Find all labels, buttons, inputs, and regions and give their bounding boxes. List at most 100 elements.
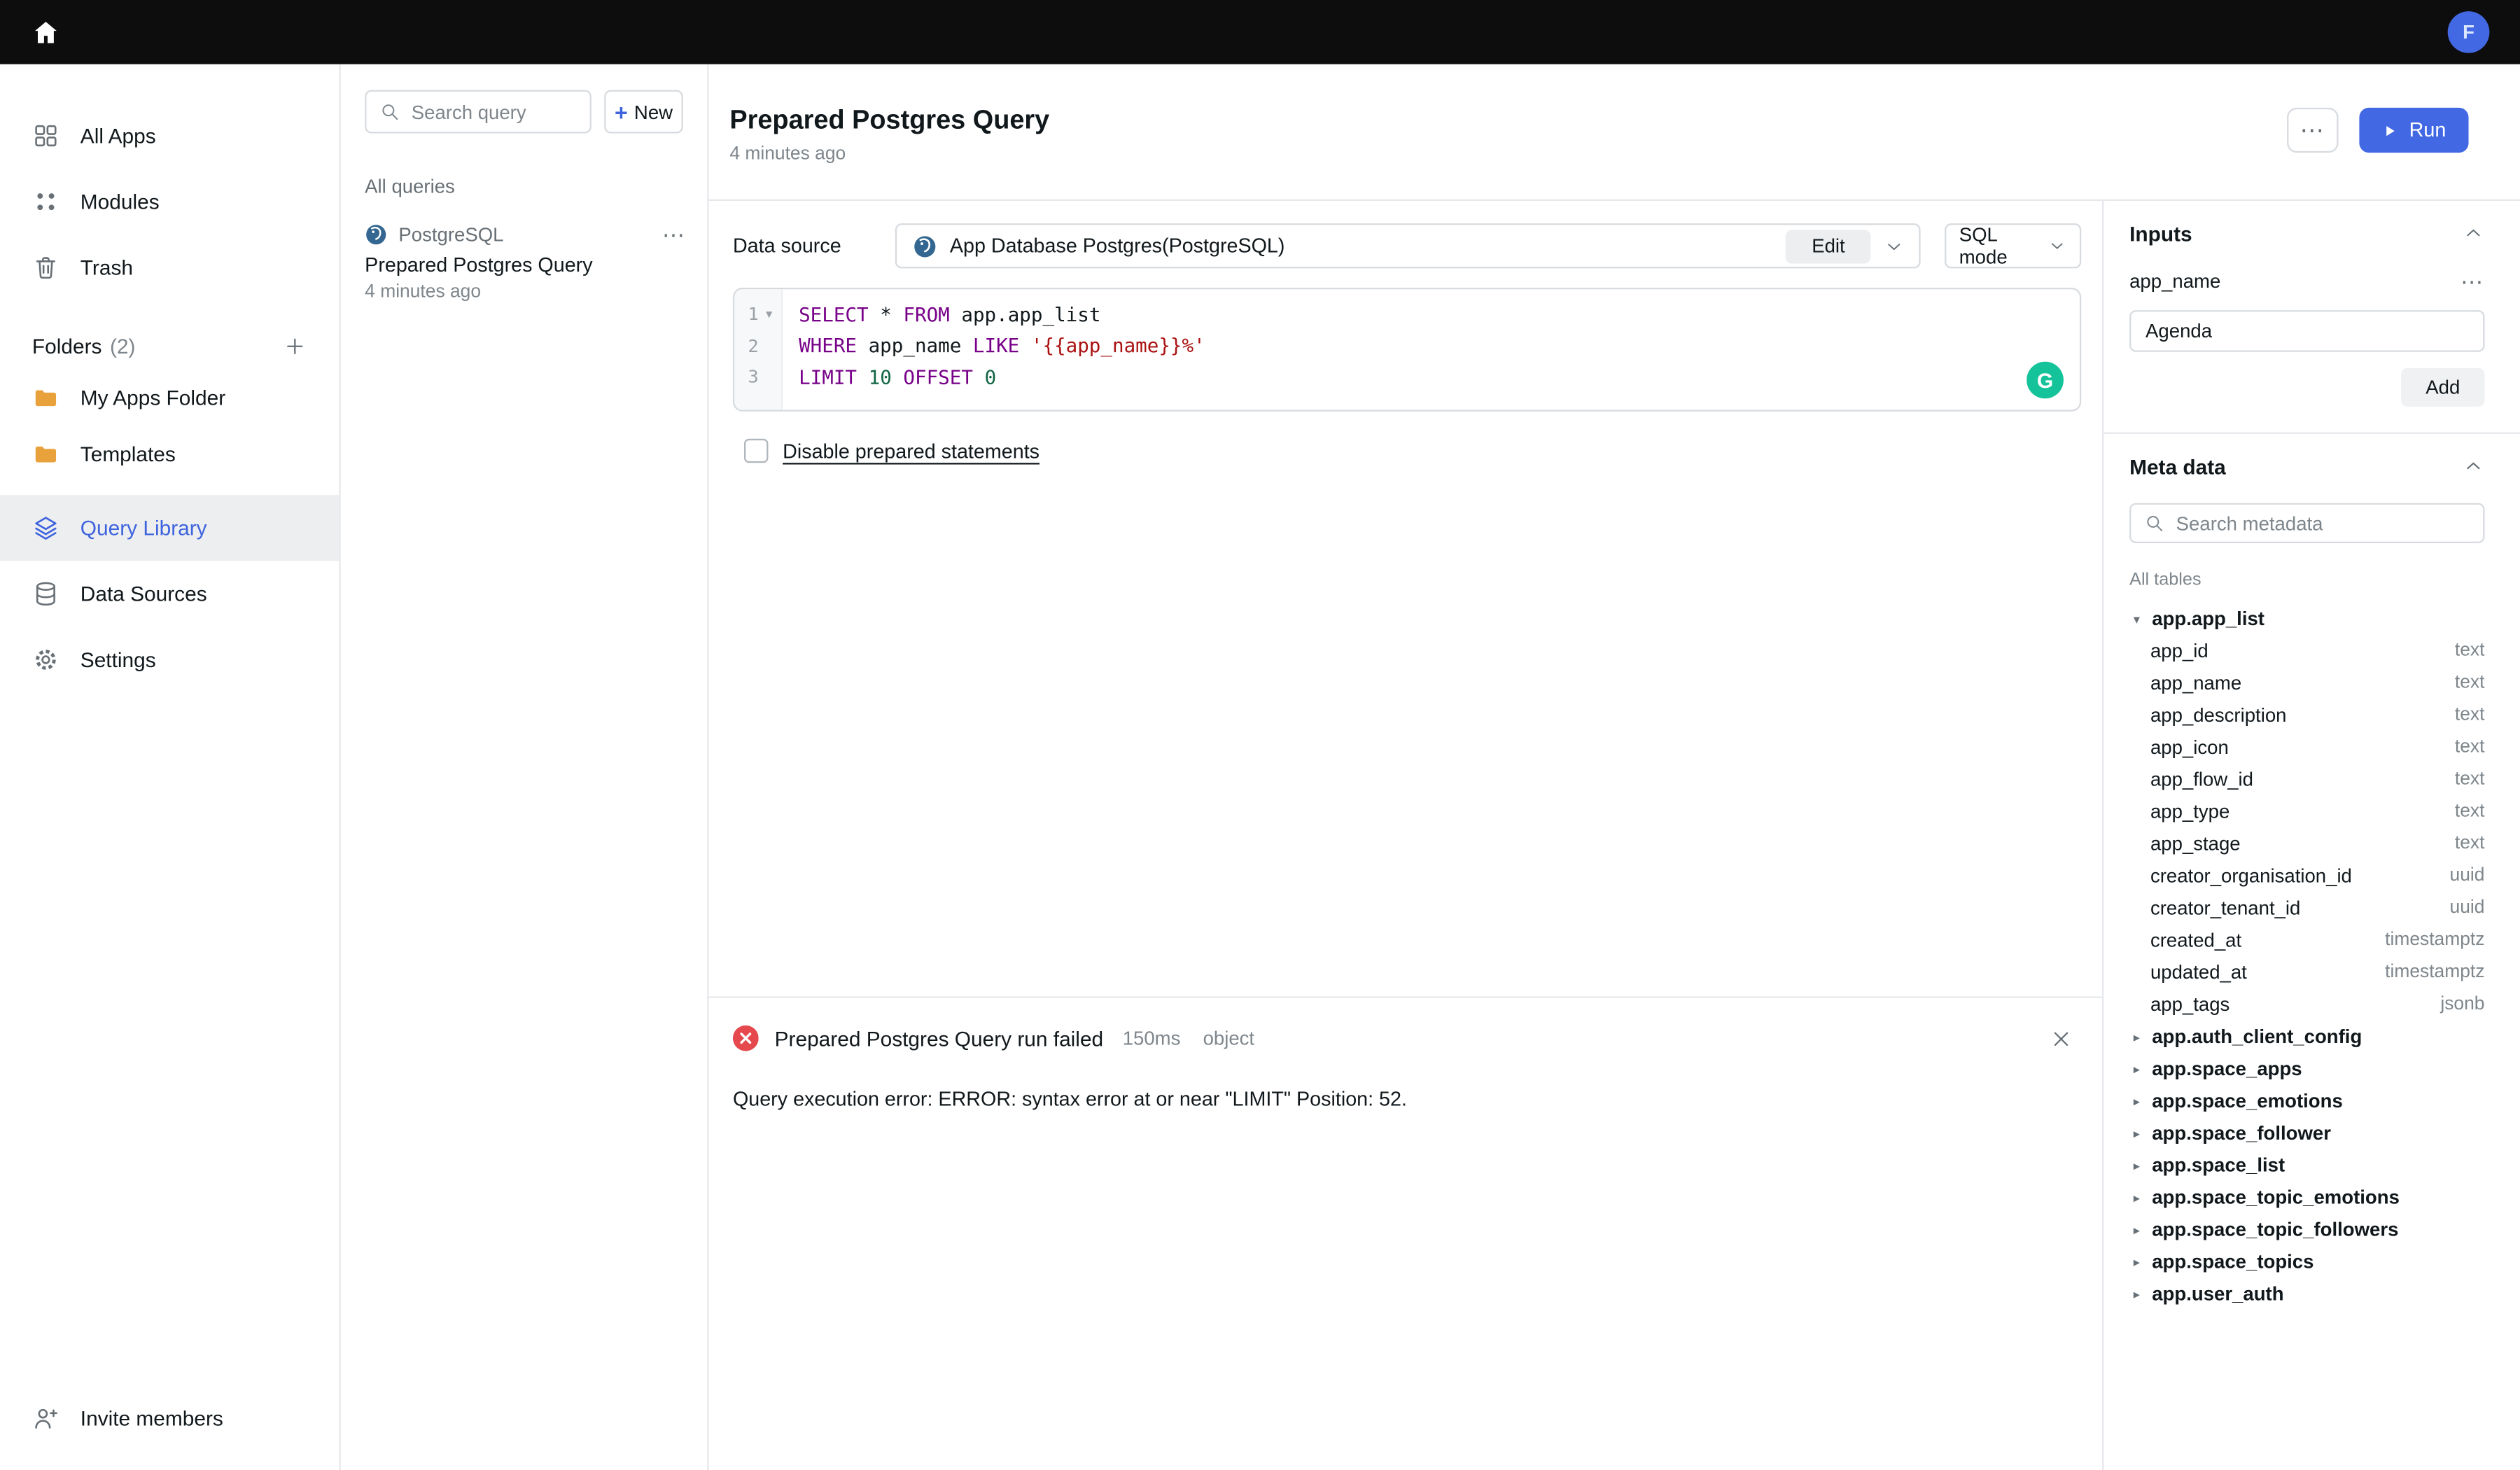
query-title: Prepared Postgres Query xyxy=(365,254,686,276)
gutter-line: 2 xyxy=(734,330,781,362)
metadata-table-row[interactable]: ▸ app.space_topics xyxy=(2129,1245,2484,1278)
metadata-table-row[interactable]: ▸ app.space_emotions xyxy=(2129,1085,2484,1117)
code-line[interactable]: WHERE app_name LIKE '{{app_name}}%' xyxy=(799,330,2080,362)
folder-item-templates[interactable]: Templates xyxy=(0,426,339,482)
metadata-table-row-expanded[interactable]: ▾ app.app_list xyxy=(2129,603,2484,635)
modules-icon xyxy=(32,188,59,216)
folder-icon xyxy=(32,440,59,468)
tree-collapsed-icon: ▸ xyxy=(2129,1287,2144,1301)
query-search-box[interactable] xyxy=(365,90,592,134)
metadata-table-row[interactable]: ▸ app.space_apps xyxy=(2129,1053,2484,1085)
metadata-column-row: creator_organisation_id uuid xyxy=(2129,860,2484,892)
run-button[interactable]: Run xyxy=(2359,108,2468,153)
query-timestamp: 4 minutes ago xyxy=(365,283,686,302)
chevron-up-icon[interactable] xyxy=(2462,455,2484,477)
add-folder-icon[interactable] xyxy=(283,333,307,357)
query-list-item[interactable]: PostgreSQL ⋯ Prepared Postgres Query 4 m… xyxy=(341,212,707,316)
column-type: uuid xyxy=(2450,867,2485,886)
table-name: app.space_list xyxy=(2152,1154,2285,1176)
sql-mode-selector[interactable]: SQL mode xyxy=(1945,223,2081,268)
column-type: text xyxy=(2455,641,2485,661)
sql-mode-value: SQL mode xyxy=(1959,223,2047,268)
column-type: text xyxy=(2455,738,2485,757)
sidebar-item-query-library[interactable]: Query Library xyxy=(0,495,339,561)
metadata-table-row[interactable]: ▸ app.space_topic_emotions xyxy=(2129,1182,2484,1214)
folder-item-label: My Apps Folder xyxy=(80,386,225,410)
code-line[interactable]: SELECT * FROM app.app_list xyxy=(799,299,2080,330)
metadata-column-row: updated_at timestamptz xyxy=(2129,956,2484,988)
sidebar-item-settings[interactable]: Settings xyxy=(0,626,339,692)
column-name: app_description xyxy=(2150,704,2287,727)
metadata-table-row[interactable]: ▸ app.space_topic_followers xyxy=(2129,1213,2484,1245)
metadata-collapsed-tables: ▸ app.auth_client_config ▸ app.space_app… xyxy=(2129,1021,2484,1310)
home-icon[interactable] xyxy=(31,17,62,48)
sidebar-item-data-sources[interactable]: Data Sources xyxy=(0,561,339,626)
folders-header: Folders (2) xyxy=(0,321,339,370)
sidebar-item-trash[interactable]: Trash xyxy=(0,234,339,300)
sidebar-item-label: Settings xyxy=(80,648,156,671)
sidebar-item-label: Query Library xyxy=(80,516,207,540)
editor-code[interactable]: SELECT * FROM app.app_listWHERE app_name… xyxy=(783,289,2080,410)
column-type: text xyxy=(2455,673,2485,693)
gutter-line: 1▾ xyxy=(734,299,781,330)
close-icon[interactable] xyxy=(2049,1026,2073,1050)
play-icon xyxy=(2382,121,2398,139)
gutter-line: 3 xyxy=(734,362,781,393)
new-query-label: New xyxy=(634,100,673,122)
invite-members-button[interactable]: Invite members xyxy=(0,1385,339,1451)
column-name: app_name xyxy=(2150,672,2241,694)
data-source-value: App Database Postgres(PostgreSQL) xyxy=(950,234,1285,257)
param-value-input[interactable] xyxy=(2129,310,2484,352)
trash-icon xyxy=(32,254,59,281)
metadata-column-row: created_at timestamptz xyxy=(2129,924,2484,956)
table-name: app.space_topic_followers xyxy=(2152,1218,2398,1240)
query-kebab-icon[interactable]: ⋯ xyxy=(662,223,686,246)
metadata-search-input[interactable] xyxy=(2176,512,2470,534)
svg-text:G: G xyxy=(2037,370,2053,393)
error-duration: 150ms xyxy=(1123,1027,1181,1049)
column-name: app_type xyxy=(2150,800,2230,822)
apps-grid-icon xyxy=(32,122,59,149)
sql-editor[interactable]: 1▾23 SELECT * FROM app.app_listWHERE app… xyxy=(733,288,2081,412)
query-list-panel: + New All queries PostgreSQL ⋯ Prepared … xyxy=(341,64,709,1470)
query-search-input[interactable] xyxy=(412,100,577,122)
sidebar-item-all-apps[interactable]: All Apps xyxy=(0,103,339,169)
add-param-button[interactable]: Add xyxy=(2401,368,2484,407)
app-viewport: F All Apps Modules Trash xyxy=(0,0,2520,1470)
data-source-selector[interactable]: App Database Postgres(PostgreSQL) Edit xyxy=(895,223,1921,268)
tree-collapsed-icon: ▸ xyxy=(2129,1158,2144,1172)
column-type: uuid xyxy=(2450,898,2485,918)
column-name: app_icon xyxy=(2150,736,2229,759)
chevron-down-icon xyxy=(1884,235,1905,256)
folders-label: Folders xyxy=(32,333,102,357)
metadata-table-row[interactable]: ▸ app.auth_client_config xyxy=(2129,1021,2484,1053)
disable-prepared-label: Disable prepared statements xyxy=(783,440,1040,462)
editor-column: Data source App Database Postgres(Postgr… xyxy=(709,201,2103,1470)
code-line[interactable]: LIMIT 10 OFFSET 0 xyxy=(799,362,2080,393)
tree-collapsed-icon: ▸ xyxy=(2129,1061,2144,1076)
grammarly-icon[interactable]: G xyxy=(2026,362,2064,399)
sidebar-item-modules[interactable]: Modules xyxy=(0,169,339,234)
header-kebab-button[interactable]: ⋯ xyxy=(2287,108,2338,153)
param-kebab-icon[interactable]: ⋯ xyxy=(2460,270,2484,293)
tree-collapsed-icon: ▸ xyxy=(2129,1222,2144,1237)
disable-prepared-checkbox[interactable] xyxy=(744,439,768,463)
run-label: Run xyxy=(2409,119,2446,141)
avatar[interactable]: F xyxy=(2448,11,2490,53)
chevron-up-icon[interactable] xyxy=(2462,222,2484,244)
metadata-search-box[interactable] xyxy=(2129,503,2484,543)
error-object-tab[interactable]: object xyxy=(1203,1027,1255,1049)
new-query-button[interactable]: + New xyxy=(604,90,683,134)
metadata-table-row[interactable]: ▸ app.space_list xyxy=(2129,1149,2484,1182)
column-name: creator_organisation_id xyxy=(2150,864,2352,887)
column-name: updated_at xyxy=(2150,961,2247,983)
invite-user-icon xyxy=(32,1405,59,1432)
metadata-header: Meta data xyxy=(2129,454,2226,478)
query-datasource-label: PostgreSQL xyxy=(398,223,503,246)
metadata-table-row[interactable]: ▸ app.space_follower xyxy=(2129,1117,2484,1149)
edit-datasource-button[interactable]: Edit xyxy=(1786,229,1870,262)
error-message: Query execution error: ERROR: syntax err… xyxy=(709,1051,2103,1114)
column-type: timestamptz xyxy=(2385,962,2484,982)
metadata-table-row[interactable]: ▸ app.user_auth xyxy=(2129,1278,2484,1310)
folder-item-my-apps[interactable]: My Apps Folder xyxy=(0,370,339,426)
